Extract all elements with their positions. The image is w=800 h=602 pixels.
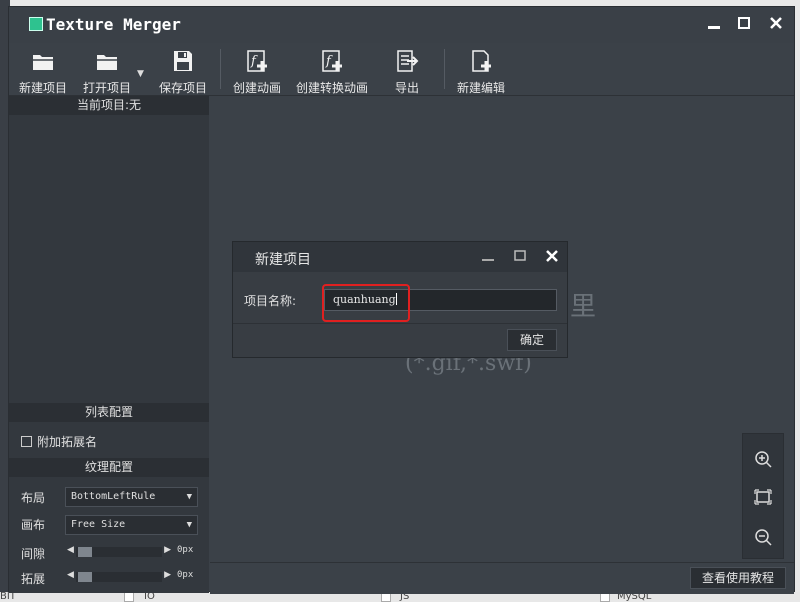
zoom-controls: [742, 433, 784, 559]
maximize-icon: [514, 250, 526, 261]
zoom-in-button[interactable]: [754, 450, 772, 468]
create-animation-button[interactable]: f 创建动画: [229, 47, 285, 95]
open-dropdown-icon[interactable]: ▼: [137, 69, 144, 79]
toolbar-divider: [220, 49, 221, 89]
toolbar: 新建项目 打开项目 ▼ 保存项目 f 创建动画 f 创建转换动画 导出 新建编辑: [9, 43, 794, 96]
export-icon: [397, 50, 419, 72]
new-project-button[interactable]: 新建项目: [15, 47, 71, 95]
gap-slider[interactable]: ◀ ▶: [67, 545, 171, 559]
extend-slider[interactable]: ◀ ▶: [67, 570, 171, 584]
status-bar: 查看使用教程: [210, 562, 794, 594]
close-icon: [546, 250, 558, 262]
app-title: Texture Merger: [46, 15, 181, 34]
open-project-button[interactable]: 打开项目: [79, 47, 135, 95]
folder-icon: [33, 55, 53, 70]
arrow-right-icon[interactable]: ▶: [164, 545, 171, 555]
save-project-label: 保存项目: [158, 81, 207, 95]
chevron-down-icon: ▼: [186, 492, 192, 502]
minimize-icon: [708, 26, 720, 29]
save-project-button[interactable]: 保存项目: [155, 47, 211, 95]
maximize-button[interactable]: [733, 13, 755, 35]
zoom-out-button[interactable]: [754, 528, 772, 546]
project-file-list[interactable]: [9, 115, 209, 402]
zoom-in-icon: [755, 451, 772, 468]
dialog-title: 新建项目: [255, 252, 311, 268]
open-project-label: 打开项目: [82, 81, 131, 95]
project-name-label: 项目名称:: [244, 294, 297, 308]
export-button[interactable]: 导出: [387, 47, 427, 95]
chevron-down-icon: ▼: [186, 520, 192, 530]
canvas-value: Free Size: [71, 519, 126, 530]
minimize-icon: [482, 259, 494, 261]
layout-value: BottomLeftRule: [71, 491, 156, 502]
texture-config-header: 纹理配置: [9, 458, 209, 477]
slider-thumb[interactable]: [78, 547, 92, 557]
arrow-right-icon[interactable]: ▶: [164, 570, 171, 580]
svg-text:f: f: [325, 54, 333, 69]
app-logo-icon: [29, 17, 43, 31]
fit-screen-icon: [754, 489, 772, 505]
dialog-title-bar[interactable]: 新建项目: [233, 242, 567, 272]
folder-open-icon: [97, 55, 117, 70]
export-label: 导出: [394, 81, 419, 95]
function-convert-icon: f: [322, 50, 342, 72]
bg-checkbox[interactable]: [124, 592, 134, 602]
extend-value: 0px: [177, 570, 194, 580]
canvas-select[interactable]: Free Size ▼: [65, 515, 198, 535]
canvas-label: 画布: [21, 518, 46, 532]
close-button[interactable]: [765, 13, 787, 35]
list-config-header: 列表配置: [9, 403, 209, 422]
highlight-box: [322, 284, 410, 322]
append-extension-checkbox[interactable]: [21, 436, 32, 447]
close-icon: [770, 17, 782, 29]
new-document-icon: [472, 50, 491, 72]
zoom-out-icon: [755, 529, 772, 546]
title-bar[interactable]: Texture Merger: [9, 7, 794, 43]
extend-label: 拓展: [21, 572, 46, 586]
create-convert-animation-button[interactable]: f 创建转换动画: [293, 47, 371, 95]
dialog-minimize-button[interactable]: [473, 244, 503, 270]
gap-value: 0px: [177, 545, 194, 555]
current-project-header: 当前项目:无: [9, 96, 209, 115]
create-animation-label: 创建动画: [232, 81, 281, 95]
dialog-close-button[interactable]: [537, 244, 567, 270]
left-panel: 当前项目:无 列表配置 附加拓展名 纹理配置 布局 BottomLeftRule…: [9, 96, 209, 593]
arrow-left-icon[interactable]: ◀: [67, 545, 74, 555]
view-tutorial-button[interactable]: 查看使用教程: [690, 567, 786, 589]
new-edit-label: 新建编辑: [456, 81, 505, 95]
save-icon: [174, 51, 192, 71]
append-extension-option[interactable]: 附加拓展名: [21, 433, 97, 450]
arrow-left-icon[interactable]: ◀: [67, 570, 74, 580]
drop-hint-text: 里: [570, 292, 597, 322]
layout-select[interactable]: BottomLeftRule ▼: [65, 487, 198, 507]
layout-label: 布局: [21, 491, 46, 505]
function-add-icon: f: [247, 50, 267, 72]
svg-text:f: f: [250, 54, 258, 69]
maximize-icon: [738, 17, 750, 29]
toolbar-divider: [444, 49, 445, 89]
slider-thumb[interactable]: [78, 572, 92, 582]
create-convert-animation-label: 创建转换动画: [295, 81, 368, 95]
dialog-maximize-button[interactable]: [505, 244, 535, 270]
append-extension-label: 附加拓展名: [37, 435, 98, 449]
minimize-button[interactable]: [703, 13, 725, 35]
dialog-divider: [233, 323, 567, 324]
confirm-button[interactable]: 确定: [507, 329, 557, 351]
fit-screen-button[interactable]: [754, 488, 772, 506]
new-edit-button[interactable]: 新建编辑: [453, 47, 509, 95]
gap-label: 间隙: [21, 547, 46, 561]
new-project-label: 新建项目: [18, 81, 67, 95]
